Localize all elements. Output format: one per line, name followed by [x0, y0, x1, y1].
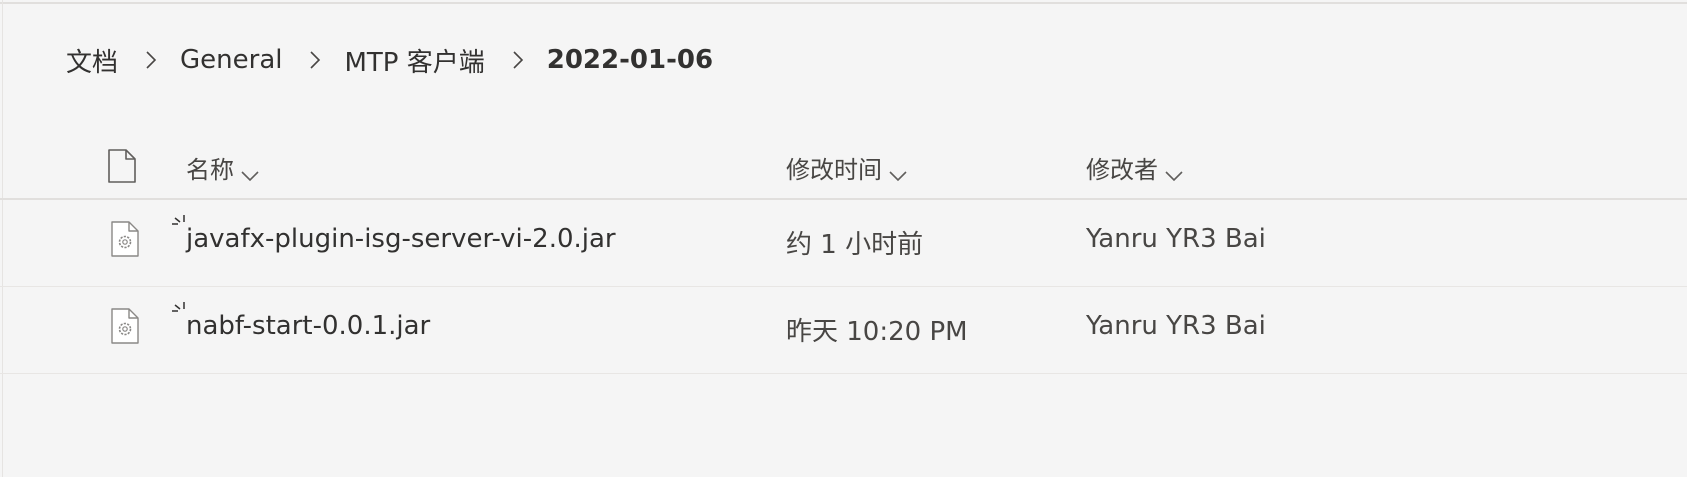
modified-time: 昨天 10:20 PM — [786, 317, 968, 347]
breadcrumb-item-documents[interactable]: 文档 — [66, 42, 118, 79]
breadcrumb-item-current-folder: 2022-01-06 — [546, 45, 714, 75]
file-name-link[interactable]: nabf-start-0.0.1.jar — [186, 311, 430, 341]
modified-by: Yanru YR3 Bai — [1086, 311, 1266, 341]
chevron-down-icon — [240, 161, 260, 181]
chevron-down-icon — [888, 161, 908, 181]
chevron-right-icon — [507, 49, 529, 71]
file-name-link[interactable]: javafx-plugin-isg-server-vi-2.0.jar — [186, 224, 616, 254]
jar-file-icon — [110, 220, 140, 258]
modified-time: 约 1 小时前 — [786, 230, 924, 260]
column-header-name-label: 名称 — [186, 156, 234, 184]
column-header-modified-by-label: 修改者 — [1086, 156, 1158, 184]
file-list-header: 名称 修改时间 修改者 — [0, 140, 1687, 200]
chevron-right-icon — [140, 49, 162, 71]
breadcrumb: 文档 General MTP 客户端 2022-01-06 — [66, 40, 713, 80]
column-header-name[interactable]: 名称 — [186, 150, 260, 185]
column-header-modified-by[interactable]: 修改者 — [1086, 150, 1184, 185]
chevron-right-icon — [304, 49, 326, 71]
top-divider — [0, 2, 1687, 4]
column-header-modified-label: 修改时间 — [786, 156, 882, 184]
chevron-down-icon — [1164, 161, 1184, 181]
document-icon[interactable] — [106, 148, 138, 184]
breadcrumb-item-general[interactable]: General — [180, 45, 282, 75]
table-row[interactable]: nabf-start-0.0.1.jar 昨天 10:20 PM Yanru Y… — [0, 287, 1687, 374]
column-header-modified[interactable]: 修改时间 — [786, 150, 908, 185]
jar-file-icon — [110, 307, 140, 345]
table-row[interactable]: javafx-plugin-isg-server-vi-2.0.jar 约 1 … — [0, 200, 1687, 287]
breadcrumb-item-mtp-client[interactable]: MTP 客户端 — [344, 42, 484, 79]
modified-by: Yanru YR3 Bai — [1086, 224, 1266, 254]
